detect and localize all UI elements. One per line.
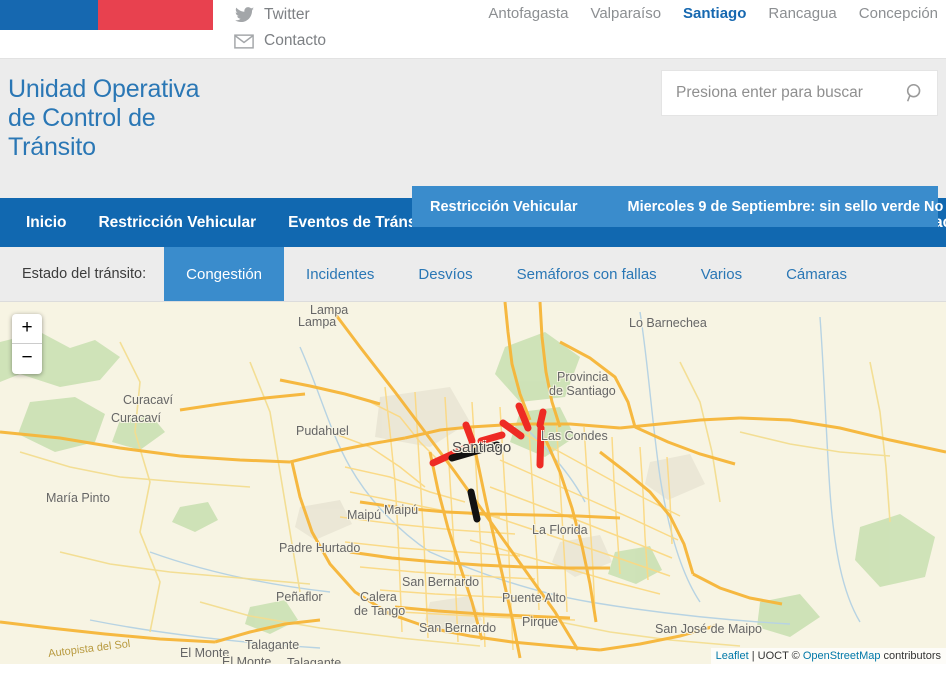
social-links: Twitter Contacto — [233, 2, 326, 54]
map-label: Padre Hurtado — [279, 541, 360, 555]
attribution-separator: | — [749, 650, 758, 662]
leaflet-link[interactable]: Leaflet — [716, 650, 749, 662]
city-concepcion[interactable]: Concepción — [859, 5, 938, 22]
traffic-map[interactable]: + − LampaLampaLo BarnecheaCuracavíCuraca… — [0, 301, 946, 664]
nav-restriccion-vehicular[interactable]: Restricción Vehicular — [82, 198, 272, 247]
search-box[interactable] — [661, 70, 938, 116]
flag-red-bar — [98, 0, 213, 30]
city-selector: Antofagasta Valparaíso Santiago Rancagua… — [488, 5, 938, 22]
map-label: Talagante — [287, 656, 341, 664]
nav-inicio[interactable]: Inicio — [10, 198, 82, 247]
map-label: Maipú — [384, 503, 418, 517]
map-label: El Monte — [222, 655, 271, 664]
map-zoom-controls[interactable]: + − — [12, 314, 42, 374]
map-label: San Bernardo — [419, 621, 496, 635]
page-title: Unidad Operativade Control deTránsito — [8, 75, 199, 162]
map-label: Pirque — [522, 615, 558, 629]
zoom-in-button[interactable]: + — [12, 314, 42, 344]
attribution-provider: UOCT © — [758, 650, 803, 662]
map-label: María Pinto — [46, 491, 110, 505]
contacto-label: Contacto — [264, 32, 326, 50]
tab-varios[interactable]: Varios — [679, 247, 764, 301]
map-label: Curacaví — [111, 411, 161, 425]
tab-incidentes[interactable]: Incidentes — [284, 247, 396, 301]
city-rancagua[interactable]: Rancagua — [768, 5, 836, 22]
restriction-label: Restricción Vehicular — [412, 199, 577, 215]
city-antofagasta[interactable]: Antofagasta — [488, 5, 568, 22]
map-label: de Tango — [354, 604, 405, 618]
map-label: Peñaflor — [276, 590, 323, 604]
hero-section: Unidad Operativade Control deTránsito Re… — [0, 58, 946, 198]
congestion-segment[interactable] — [540, 412, 543, 425]
tab-semaforos-con-fallas[interactable]: Semáforos con fallas — [495, 247, 679, 301]
map-label: Curacaví — [123, 393, 173, 407]
attribution-suffix: contributors — [880, 650, 941, 662]
traffic-status-tabs: Estado del tránsito: Congestión Incident… — [0, 247, 946, 301]
chile-flag-bars — [0, 0, 213, 30]
top-bar: Twitter Contacto Antofagasta Valparaíso … — [0, 0, 946, 58]
map-label: Maipú — [347, 508, 381, 522]
city-valparaiso[interactable]: Valparaíso — [590, 5, 661, 22]
map-label: Talagante — [245, 638, 299, 652]
search-icon[interactable] — [893, 71, 937, 115]
map-label: Las Condes — [541, 429, 608, 443]
map-tiles — [0, 302, 946, 664]
contacto-link[interactable]: Contacto — [233, 28, 326, 54]
tab-camaras[interactable]: Cámaras — [764, 247, 869, 301]
twitter-label: Twitter — [264, 6, 310, 24]
map-label: de Santiago — [549, 384, 616, 398]
tab-desvios[interactable]: Desvíos — [396, 247, 494, 301]
city-santiago[interactable]: Santiago — [683, 5, 746, 22]
map-label: Lo Barnechea — [629, 316, 707, 330]
map-attribution: Leaflet | UOCT © OpenStreetMap contribut… — [711, 648, 946, 664]
map-label: San Bernardo — [402, 575, 479, 589]
map-label: Calera — [360, 590, 397, 604]
mail-icon — [233, 32, 255, 50]
restriction-message: Miercoles 9 de Septiembre: sin sello ver… — [577, 199, 946, 215]
zoom-out-button[interactable]: − — [12, 344, 42, 374]
map-label: Pudahuel — [296, 424, 349, 438]
map-label: Lampa — [298, 315, 336, 329]
twitter-link[interactable]: Twitter — [233, 2, 326, 28]
restriction-banner[interactable]: Restricción Vehicular Miercoles 9 de Sep… — [412, 186, 938, 227]
map-label: Puente Alto — [502, 591, 566, 605]
search-input[interactable] — [662, 71, 893, 115]
map-label: La Florida — [532, 523, 588, 537]
map-label: Provincia — [557, 370, 608, 384]
map-label: San José de Maipo — [655, 622, 762, 636]
twitter-icon — [233, 6, 255, 24]
map-label: Santiago — [452, 439, 511, 456]
flag-blue-bar — [0, 0, 98, 30]
traffic-status-label: Estado del tránsito: — [0, 247, 164, 301]
tab-congestion[interactable]: Congestión — [164, 247, 284, 301]
openstreetmap-link[interactable]: OpenStreetMap — [803, 650, 881, 662]
